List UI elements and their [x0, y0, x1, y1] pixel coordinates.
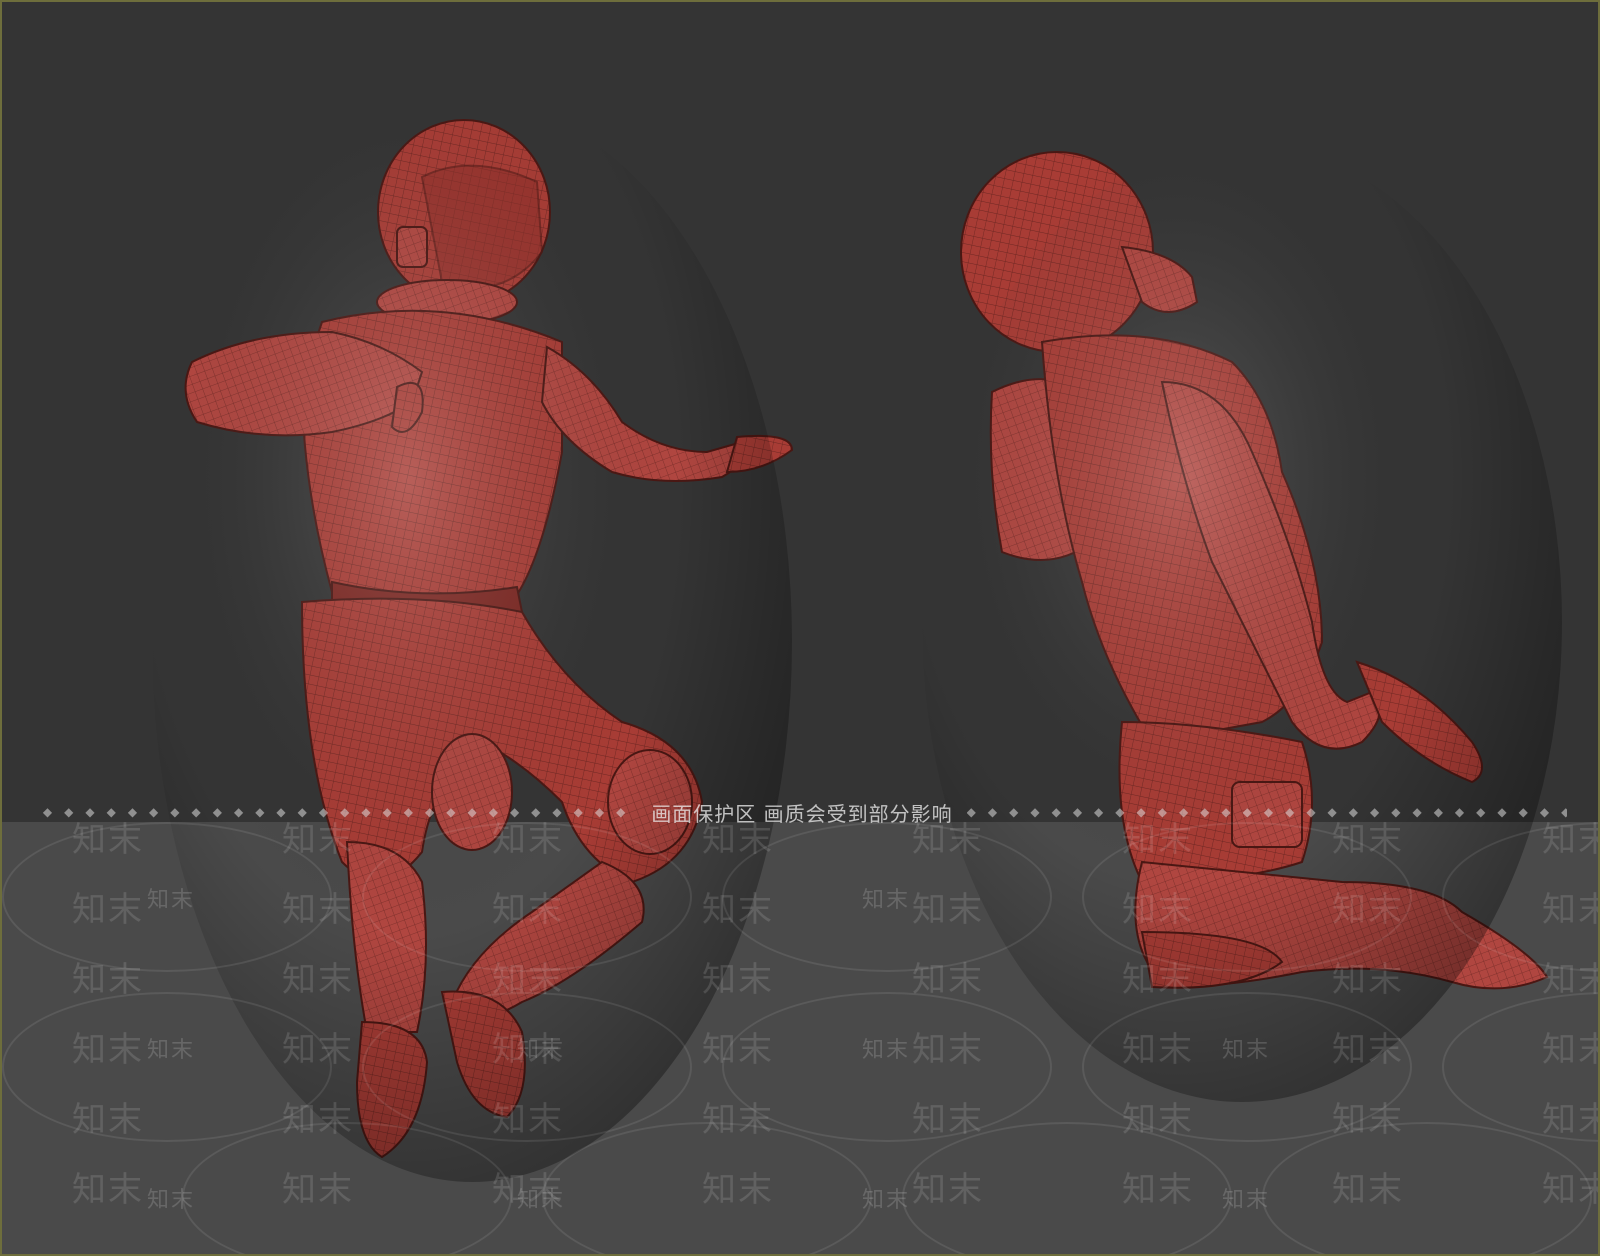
- protected-area-notice: ◆◆◆◆◆◆◆◆◆◆◆◆◆◆◆◆◆◆◆◆◆◆◆◆◆◆◆◆◆◆ 画面保护区 画质会…: [2, 798, 1598, 826]
- notice-dots-left: ◆◆◆◆◆◆◆◆◆◆◆◆◆◆◆◆◆◆◆◆◆◆◆◆◆◆◆◆◆◆: [37, 805, 638, 819]
- astronaut-figures: [152, 102, 1562, 1182]
- notice-text: 画面保护区 画质会受到部分影响: [651, 801, 953, 826]
- viewport: 知末知末知末知末知末知末知末知末知末知末知末知末知末知末知末知末知末知末知末知末…: [0, 0, 1600, 1256]
- notice-dots-right: ◆◆◆◆◆◆◆◆◆◆◆◆◆◆◆◆◆◆◆◆◆◆◆◆◆◆◆◆◆◆: [966, 805, 1567, 819]
- astronaut-front-view: [152, 102, 794, 1182]
- astronaut-side-view: [922, 142, 1562, 1102]
